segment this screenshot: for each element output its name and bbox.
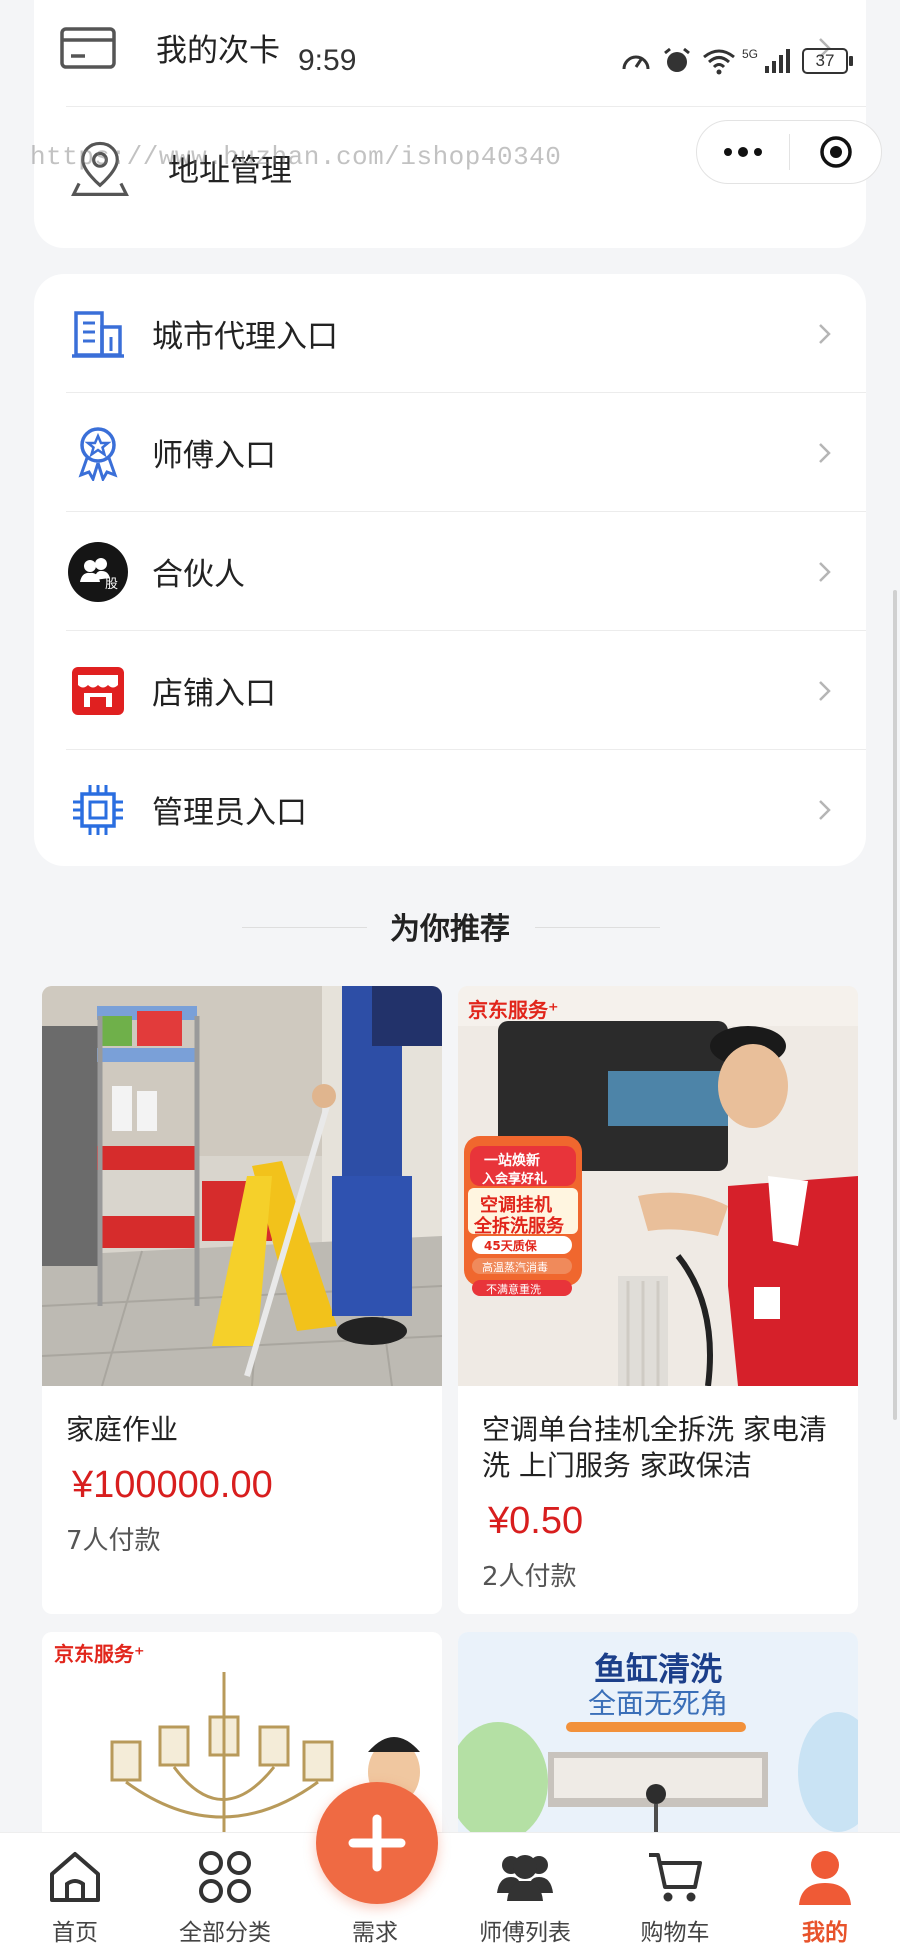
- menu-row-city-agent[interactable]: 城市代理入口: [34, 274, 866, 393]
- tab-label: 师傅列表: [479, 1920, 571, 1946]
- banner-text: 全拆洗服务: [474, 1216, 564, 1237]
- brand-label: 京东服务⁺: [54, 1642, 145, 1666]
- menu-label: 城市代理入口: [152, 319, 338, 355]
- product-price: ¥0.50: [488, 1500, 584, 1542]
- menu-row-admin[interactable]: 管理员入口: [34, 750, 866, 869]
- tab-label: 我的: [802, 1920, 848, 1946]
- menu-label: 我的次卡: [156, 33, 280, 69]
- menu-label: 管理员入口: [152, 795, 307, 831]
- banner-tag: 不满意重洗: [486, 1283, 541, 1296]
- network-type: 5G: [742, 47, 759, 61]
- watermark-text: https://www.huzhan.com/ishop40340: [30, 142, 562, 172]
- tab-master-list[interactable]: 师傅列表: [450, 1833, 600, 1950]
- target-close-icon: [819, 136, 852, 168]
- scrollbar[interactable]: [893, 590, 897, 1420]
- brand-label: 京东服务⁺: [468, 998, 559, 1022]
- signal-icon: [765, 49, 791, 73]
- banner-text: 入会享好礼: [482, 1172, 548, 1187]
- user-icon: [793, 1845, 857, 1909]
- add-demand-button[interactable]: [316, 1782, 438, 1904]
- partner-icon: 股: [68, 541, 128, 602]
- menu-label: 合伙人: [152, 557, 245, 593]
- svg-text:股: 股: [105, 577, 118, 592]
- chevron-right-icon: [819, 323, 831, 344]
- tab-all-categories[interactable]: 全部分类: [150, 1833, 300, 1950]
- shop-icon: [68, 661, 128, 721]
- alarm-icon: [664, 47, 690, 72]
- menu-row-shop[interactable]: 店铺入口: [34, 631, 866, 750]
- banner-tag: 45天质保: [484, 1239, 537, 1253]
- menu-label: 师傅入口: [152, 438, 276, 474]
- status-time: 9:59: [298, 44, 357, 77]
- product-image: 京东服务⁺ 一站焕新 入会享好礼 空调挂机 全拆洗服务 45天质保 高温蒸汽消毒…: [458, 986, 858, 1386]
- tab-home[interactable]: 首页: [0, 1833, 150, 1950]
- chevron-right-icon: [819, 680, 831, 701]
- menu-row-partner[interactable]: 股 合伙人: [34, 512, 866, 631]
- tab-label: 购物车: [640, 1920, 710, 1946]
- badge-star-icon: [68, 423, 128, 483]
- tab-label: 全部分类: [179, 1920, 271, 1946]
- banner-text: 一站焕新: [484, 1153, 540, 1169]
- product-card[interactable]: 京东服务⁺ 一站焕新 入会享好礼 空调挂机 全拆洗服务 45天质保 高温蒸汽消毒…: [458, 986, 858, 1614]
- close-miniprogram-button[interactable]: [790, 134, 881, 170]
- status-icons: 5G 37: [620, 46, 854, 76]
- banner-text: 全面无死角: [587, 1687, 728, 1720]
- grid-icon: [193, 1845, 257, 1909]
- tab-label: 首页: [52, 1920, 98, 1946]
- plus-icon: [348, 1814, 406, 1872]
- mini-program-capsule: [696, 120, 882, 184]
- product-sold-count: 2人付款: [482, 1562, 577, 1592]
- product-sold-count: 7人付款: [66, 1526, 161, 1556]
- chevron-right-icon: [819, 561, 831, 582]
- chevron-right-icon: [819, 442, 831, 463]
- tab-cart[interactable]: 购物车: [600, 1833, 750, 1950]
- battery-icon: 37: [802, 48, 854, 74]
- wifi-icon: [703, 49, 735, 75]
- cart-icon: [643, 1845, 707, 1909]
- recommend-title: 为你推荐: [390, 912, 510, 947]
- building-icon: [68, 304, 128, 364]
- home-icon: [43, 1845, 107, 1909]
- product-price: ¥100000.00: [72, 1464, 273, 1506]
- banner-tag: 高温蒸汽消毒: [482, 1261, 548, 1274]
- menu-label: 店铺入口: [152, 676, 276, 712]
- product-card[interactable]: 家庭作业 ¥100000.00 7人付款: [42, 986, 442, 1614]
- product-image: [42, 986, 442, 1386]
- card-icon: [58, 18, 118, 78]
- battery-level: 37: [815, 51, 835, 70]
- product-name: 家庭作业: [66, 1413, 179, 1446]
- menu-row-master[interactable]: 师傅入口: [34, 393, 866, 512]
- chevron-right-icon: [819, 799, 831, 820]
- product-name: 空调单台挂机全拆洗 家电清洗 上门服务 家政保洁: [482, 1413, 827, 1482]
- chip-icon: [68, 780, 128, 840]
- speedometer-icon: [622, 55, 650, 70]
- tab-label: 需求: [352, 1920, 398, 1946]
- tab-mine[interactable]: 我的: [750, 1833, 900, 1950]
- more-options-button[interactable]: [697, 146, 789, 157]
- entry-menu-card: 城市代理入口 师傅入口 股 合伙人 店铺入口 管理员入口: [34, 274, 866, 866]
- users-icon: [493, 1845, 557, 1909]
- bottom-tabbar: 首页 全部分类 需求 师傅列表 购物车 我的: [0, 1832, 900, 1950]
